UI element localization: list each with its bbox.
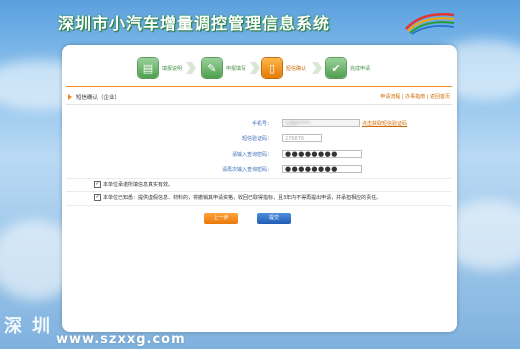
- previous-step-button[interactable]: 上一步: [204, 213, 238, 224]
- sms-code-field[interactable]: 276876: [282, 134, 322, 142]
- divider: [66, 191, 452, 192]
- password-label: 请输入查询密码：: [231, 152, 272, 158]
- sms-phone-icon: ▯: [262, 58, 282, 78]
- step-fill-application: ✎ 申报填写: [202, 56, 246, 80]
- confirm-password-value: ●●●●●●●●: [285, 165, 338, 173]
- phone-value: 1350*****: [285, 121, 311, 127]
- declaration-checkbox[interactable]: ✓: [94, 194, 101, 201]
- main-panel: [62, 45, 457, 332]
- phone-label: 手机号：: [251, 121, 272, 127]
- step-label: 短信确认: [286, 65, 307, 72]
- step-label: 填报说明: [162, 65, 183, 72]
- sms-code-value: 276876: [285, 136, 305, 142]
- step-arrow-icon: [312, 62, 322, 74]
- declaration-text: 本单位已知悉：提供虚假信息、材料的，将撤销其申请资格，收回已取得指标，且3年内不…: [103, 195, 382, 201]
- step-arrow-icon: [250, 62, 260, 74]
- section-header: 短信确认（企业）: [68, 93, 120, 101]
- confirm-password-field[interactable]: ●●●●●●●●: [282, 165, 362, 173]
- submit-button[interactable]: 提交: [257, 213, 291, 224]
- link-application-flow[interactable]: 申请流程: [380, 94, 400, 100]
- declaration-true-info: ✓ 本单位承诺所填信息真实有效。: [94, 181, 173, 188]
- step-fill-instructions: ▤ 填报说明: [138, 56, 182, 80]
- phone-row: 手机号： 1350***** 点击获取短信验证码: [70, 119, 450, 129]
- link-separator: |: [426, 94, 429, 100]
- confirm-password-row: 请再次输入查询密码： ●●●●●●●●: [70, 165, 450, 175]
- sms-code-row: 短信验证码： 276876: [70, 134, 450, 144]
- checkmark-icon: ✔: [326, 58, 346, 78]
- top-links: 申请流程 | 办事指南 | 返回首页: [380, 93, 450, 100]
- link-separator: |: [401, 94, 404, 100]
- divider: [66, 104, 452, 105]
- password-field[interactable]: ●●●●●●●●: [282, 150, 362, 158]
- step-sms-confirm: ▯ 短信确认: [262, 56, 306, 80]
- confirm-password-label: 请再次输入查询密码：: [221, 167, 272, 173]
- divider: [66, 86, 452, 87]
- site-logo: [405, 13, 455, 35]
- declaration-text: 本单位承诺所填信息真实有效。: [103, 182, 174, 188]
- step-arrow-icon: [186, 62, 196, 74]
- divider: [66, 178, 452, 179]
- step-label: 申报填写: [226, 65, 247, 72]
- edit-form-icon: ✎: [202, 58, 222, 78]
- watermark-url: www.szxxg.com: [56, 332, 186, 347]
- send-sms-code-link[interactable]: 点击获取短信验证码: [362, 120, 407, 127]
- progress-steps: ▤ 填报说明 ✎ 申报填写 ▯ 短信确认 ✔ 完成申请: [72, 56, 377, 82]
- divider: [66, 205, 452, 206]
- step-complete: ✔ 完成申请: [326, 56, 370, 80]
- password-value: ●●●●●●●●: [285, 150, 338, 158]
- link-guide[interactable]: 办事指南: [405, 94, 425, 100]
- phone-field[interactable]: 1350*****: [282, 119, 360, 127]
- link-home[interactable]: 返回首页: [430, 94, 450, 100]
- declaration-penalty: ✓ 本单位已知悉：提供虚假信息、材料的，将撤销其申请资格，收回已取得指标，且3年…: [94, 194, 381, 201]
- watermark-cn: 深圳: [4, 316, 60, 337]
- bullet-icon: [68, 94, 72, 100]
- sms-code-label: 短信验证码：: [241, 136, 272, 142]
- section-title: 短信确认（企业）: [76, 95, 121, 101]
- document-icon: ▤: [138, 58, 158, 78]
- password-row: 请输入查询密码： ●●●●●●●●: [70, 150, 450, 160]
- site-title: 深圳市小汽车增量调控管理信息系统: [58, 14, 331, 33]
- declaration-checkbox[interactable]: ✓: [94, 181, 101, 188]
- step-label: 完成申请: [350, 65, 371, 72]
